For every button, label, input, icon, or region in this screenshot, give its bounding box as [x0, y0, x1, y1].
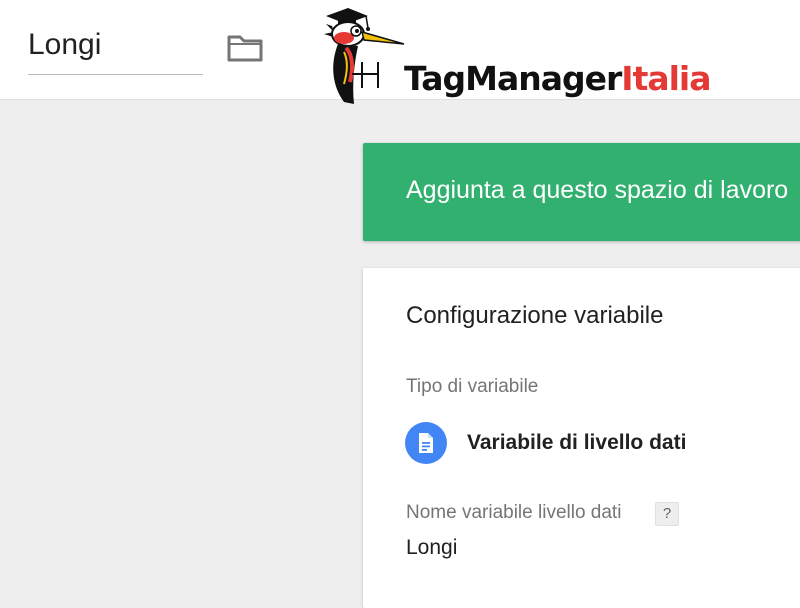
variable-configuration-card: Configurazione variabile Tipo di variabi… [363, 268, 800, 608]
variable-type-label: Tipo di variabile [406, 376, 539, 397]
document-icon [405, 422, 447, 464]
card-title: Configurazione variabile [406, 302, 664, 329]
folder-icon[interactable] [226, 33, 264, 63]
help-icon[interactable]: ? [655, 502, 679, 526]
variable-name-field[interactable]: Longi [28, 26, 203, 75]
variable-type-selector[interactable]: Variabile di livello dati [405, 422, 800, 466]
logo-text-primary: TagManager [404, 59, 622, 98]
success-banner: Aggiunta a questo spazio di lavoro [363, 143, 800, 241]
datalayer-name-label: Nome variabile livello dati [406, 502, 622, 523]
logo-wordmark: TagManagerItalia [404, 59, 712, 99]
banner-message: Aggiunta a questo spazio di lavoro [406, 176, 789, 204]
tag-manager-italia-logo: TagManagerItalia [322, 4, 732, 114]
datalayer-name-value[interactable]: Longi [406, 536, 457, 560]
variable-name-value[interactable]: Longi [28, 28, 101, 61]
logo-text-accent: Italia [621, 59, 711, 98]
variable-type-value: Variabile di livello dati [467, 431, 687, 454]
